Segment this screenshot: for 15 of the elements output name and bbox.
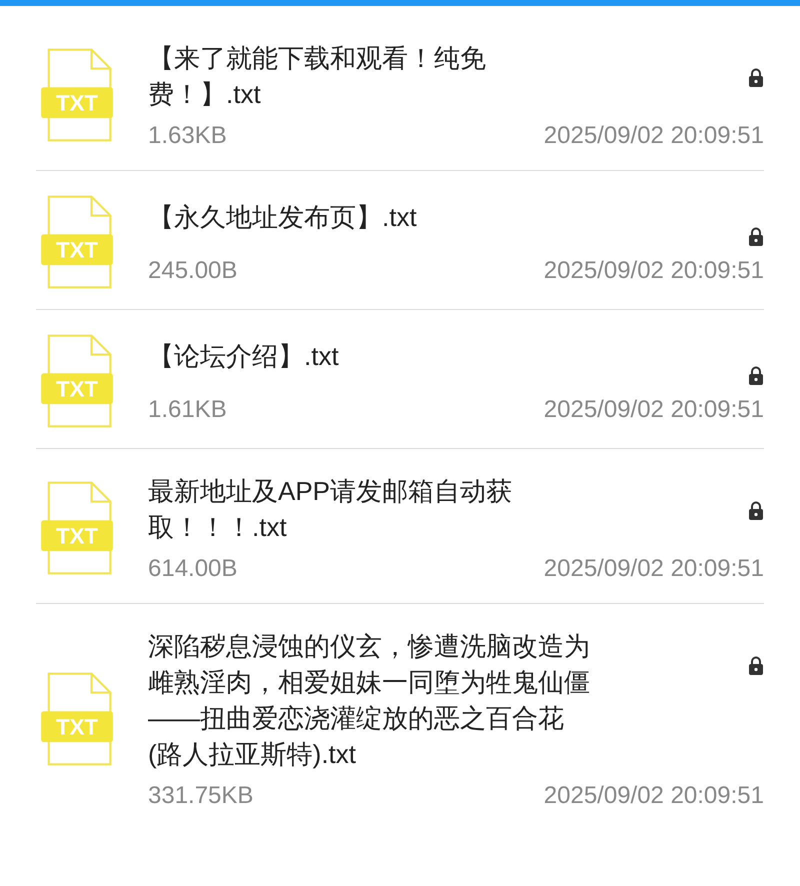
file-size: 1.63KB [148,122,227,150]
file-size: 331.75KB [148,782,254,810]
file-name[interactable]: 最新地址及APP请发邮箱自动获 取！！！.txt [148,473,512,545]
modified-date: 2025/09/02 20:09:51 [544,782,764,810]
file-name[interactable]: 【论坛介绍】.txt [148,338,339,374]
file-size: 1.61KB [148,396,227,424]
modified-date: 2025/09/02 20:09:51 [544,257,764,285]
modified-date: 2025/09/02 20:09:51 [544,396,764,424]
modified-date: 2025/09/02 20:09:51 [544,122,764,150]
file-name[interactable]: 【来了就能下载和观看！纯免 费！】.txt [148,40,486,112]
file-size: 614.00B [148,555,238,583]
modified-date: 2025/09/02 20:09:51 [544,555,764,583]
file-size: 245.00B [148,257,238,285]
file-name[interactable]: 深陷秽息浸蚀的仪玄，惨遭洗脑改造为 雌熟淫肉，相爱姐妹一同堕为牲鬼仙僵 ——扭曲爱恋浇灌绽放的恶之百合花 (路人拉亚斯特).txt [148,628,590,772]
file-name[interactable]: 【永久地址发布页】.txt [148,199,417,235]
